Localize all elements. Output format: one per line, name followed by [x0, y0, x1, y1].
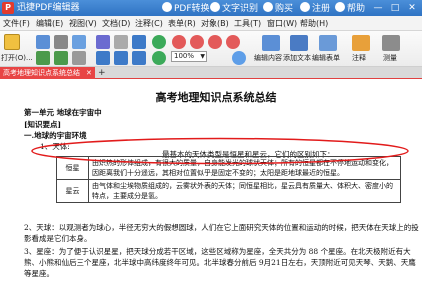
menu-form[interactable]: 表单(R) [168, 18, 196, 29]
menu-help[interactable]: 帮助(H) [300, 18, 328, 29]
chevron-down-icon: ▼ [200, 53, 205, 60]
next-page-icon[interactable] [208, 35, 222, 49]
minimize-button[interactable]: — [372, 2, 384, 14]
menu-bar: 文件(F) 编辑(E) 视图(V) 文档(D) 注释(C) 表单(R) 对象(B… [0, 16, 422, 31]
title-bar: P 迅捷PDF编辑器 PDF转换 文字识别 购买 注册 帮助 — □ ✕ [0, 0, 422, 16]
print-icon[interactable] [54, 35, 68, 49]
tab-document[interactable]: 高考地理知识点系统总结 [0, 67, 95, 79]
celestial-table: 恒星 由炽热的形体组成，有很大的质量，自身能发光的球状天体；所有的恒星都在不停地… [56, 156, 401, 203]
help-button[interactable]: 帮助 [335, 2, 365, 15]
toolbar: 打开(O)... 编辑内容 添加文本 编辑表单 注释 测量 [0, 31, 422, 67]
edit-content-label[interactable]: 编辑内容 [254, 54, 282, 62]
redo-icon[interactable] [54, 51, 68, 65]
edit-form-label[interactable]: 编辑表单 [312, 54, 340, 62]
menu-file[interactable]: 文件(F) [3, 18, 30, 29]
menu-edit[interactable]: 编辑(E) [36, 18, 63, 29]
user-icon [300, 2, 310, 12]
app-name: 迅捷PDF编辑器 [17, 3, 80, 13]
pdf-page: 高考地理知识点系统总结 第一单元 地球在宇宙中 [知识要点] 一.地球的宇宙环境… [10, 80, 422, 282]
ocr-icon [210, 2, 220, 12]
zoom-plus-icon[interactable] [232, 51, 246, 65]
cut-icon[interactable] [72, 51, 86, 65]
zoom-select[interactable]: 100% ▼ [171, 51, 207, 62]
maximize-button[interactable]: □ [389, 2, 401, 14]
open-label[interactable]: 打开(O)... [1, 54, 33, 62]
table-cell-desc: 由炽热的形体组成，有很大的质量，自身能发光的球状天体；所有的恒星都在不停地运动和… [88, 156, 401, 180]
subsection-heading: 一.地球的宇宙环境 [24, 131, 87, 140]
rotate-right-icon[interactable] [152, 51, 166, 65]
prev-page-icon[interactable] [190, 35, 204, 49]
measure-icon[interactable] [382, 35, 400, 51]
close-window-button[interactable]: ✕ [406, 2, 418, 14]
table-row: 恒星 由炽热的形体组成，有很大的质量，自身能发光的球状天体；所有的恒星都在不停地… [56, 156, 401, 180]
zoom-out-icon[interactable] [114, 51, 128, 65]
add-text-icon[interactable] [290, 35, 308, 51]
item-2: 2、天球：以观测者为球心，半径无穷大的假想圆球，人们在它上面研究天体的位置和运动… [24, 223, 419, 243]
add-text-label[interactable]: 添加文本 [283, 54, 311, 62]
app-logo-icon: P [2, 2, 14, 14]
section-heading: [知识要点] [24, 120, 62, 129]
open-folder-icon[interactable] [4, 34, 20, 50]
annotate-icon[interactable] [352, 35, 370, 51]
text-select-icon[interactable] [132, 35, 146, 49]
cart-icon [263, 2, 273, 12]
ocr-button[interactable]: 文字识别 [210, 2, 258, 15]
edit-content-icon[interactable] [262, 35, 280, 51]
unit-heading: 第一单元 地球在宇宙中 [24, 108, 102, 117]
menu-object[interactable]: 对象(B) [201, 18, 229, 29]
menu-window[interactable]: 窗口(W) [267, 18, 297, 29]
hand-tool-icon[interactable] [96, 35, 110, 49]
zoom-in-icon[interactable] [96, 51, 110, 65]
new-tab-icon[interactable]: + [98, 67, 106, 79]
item-1: 1、天体: [40, 142, 70, 151]
edit-form-icon[interactable] [319, 35, 337, 51]
fit-page-icon[interactable] [132, 51, 146, 65]
register-button[interactable]: 注册 [300, 2, 330, 15]
rotate-left-icon[interactable] [152, 35, 166, 49]
convert-icon [162, 2, 172, 12]
table-row: 星云 由气体和尘埃物质组成的，云雾状外表的天体；同恒星相比，星云具有质量大、体积… [56, 179, 401, 203]
help-icon [335, 2, 345, 12]
document-viewport[interactable]: 高考地理知识点系统总结 第一单元 地球在宇宙中 [知识要点] 一.地球的宇宙环境… [0, 80, 422, 282]
menu-view[interactable]: 视图(V) [69, 18, 97, 29]
table-cell-name: 星云 [56, 179, 89, 203]
save-icon[interactable] [36, 35, 50, 49]
pdf-convert-button[interactable]: PDF转换 [162, 2, 210, 15]
item-3: 3、星座：为了便于认识星星，把天球分成若干区域，这些区域称为星座，全天共分为 8… [24, 247, 416, 278]
tab-close-icon[interactable]: ✕ [86, 67, 92, 79]
measure-label[interactable]: 测量 [383, 54, 397, 62]
undo-icon[interactable] [36, 51, 50, 65]
tab-bar: 高考地理知识点系统总结 ✕ + [0, 67, 422, 79]
last-page-icon[interactable] [226, 35, 240, 49]
table-cell-desc: 由气体和尘埃物质组成的，云雾状外表的天体；同恒星相比，星云具有质量大、体积大、密… [88, 179, 401, 203]
document-title: 高考地理知识点系统总结 [155, 91, 277, 104]
annotate-label[interactable]: 注释 [352, 54, 366, 62]
email-icon[interactable] [72, 35, 86, 49]
first-page-icon[interactable] [172, 35, 186, 49]
select-tool-icon[interactable] [114, 35, 128, 49]
buy-button[interactable]: 购买 [263, 2, 293, 15]
menu-comment[interactable]: 注释(C) [135, 18, 163, 29]
menu-tools[interactable]: 工具(T) [234, 18, 261, 29]
table-cell-name: 恒星 [56, 156, 89, 180]
menu-document[interactable]: 文档(D) [102, 18, 130, 29]
